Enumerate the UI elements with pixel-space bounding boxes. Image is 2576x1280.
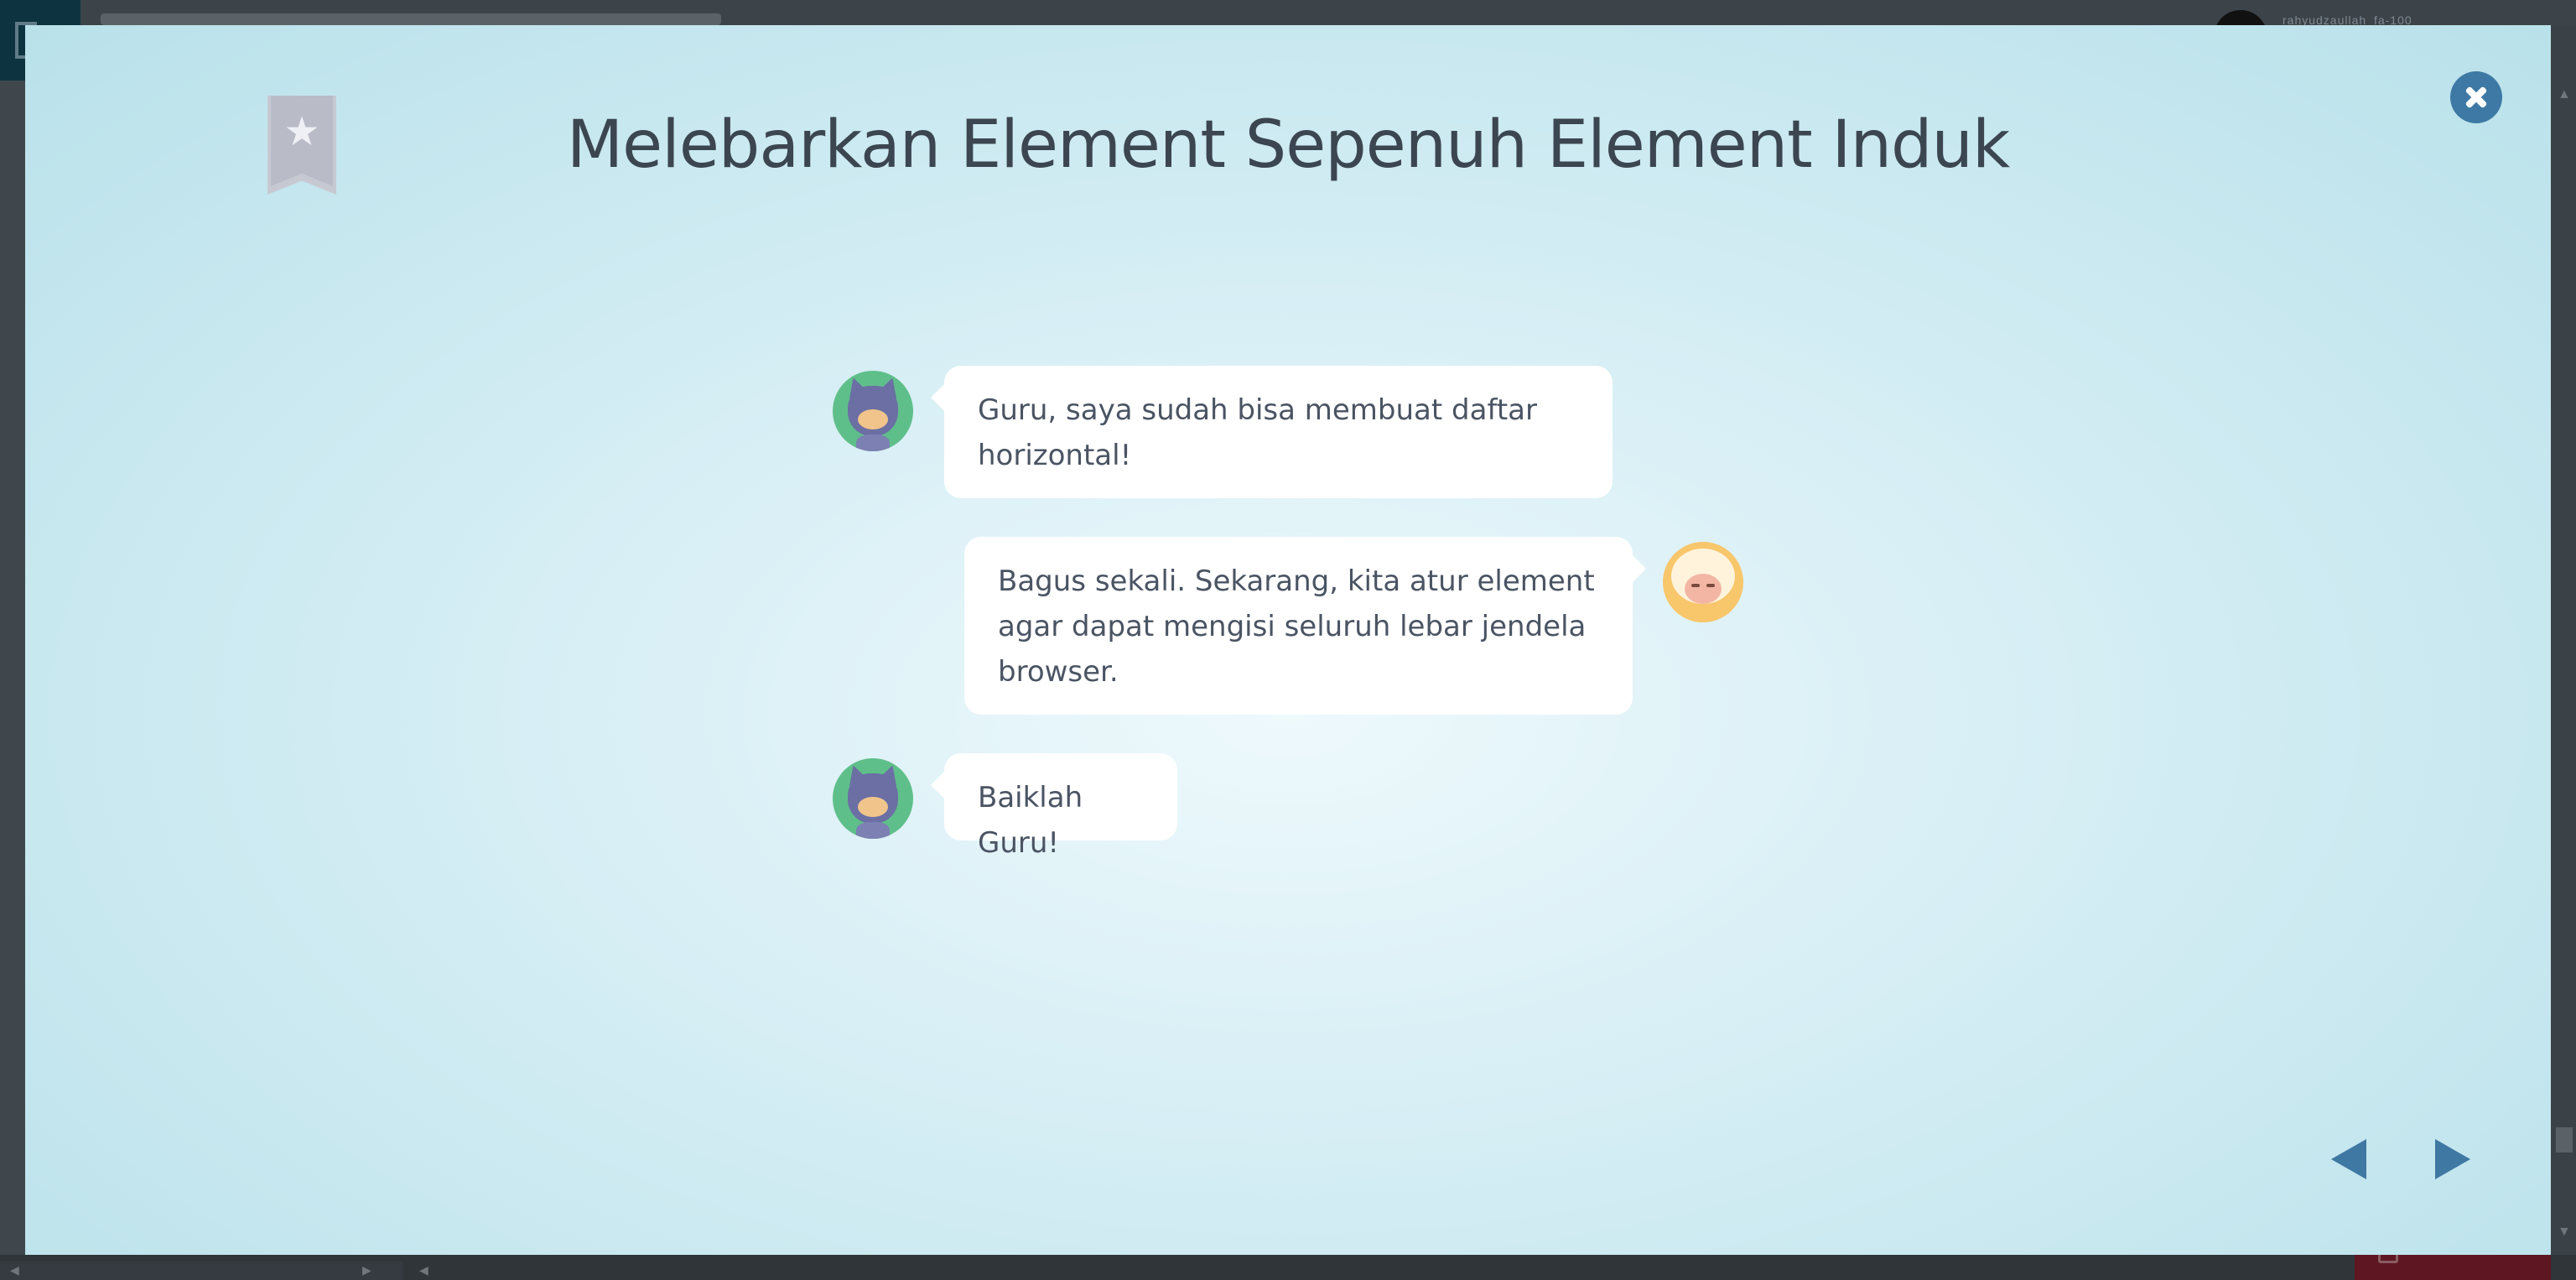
scroll-down-icon: ▼	[2558, 1225, 2571, 1239]
scroll-right-icon: ▶	[362, 1263, 371, 1277]
background-scroll-thumb	[2556, 1127, 2573, 1153]
chat-bubble-student: Baiklah Guru!	[931, 753, 1177, 860]
cat-face-icon	[858, 797, 888, 817]
cat-body-icon	[856, 434, 890, 451]
background-bottom-scrollbar	[0, 1262, 402, 1280]
next-slide-button[interactable]	[2428, 1136, 2475, 1183]
sheep-face-icon	[1685, 574, 1722, 604]
chat-bubble-student: Guru, saya sudah bisa membuat daftar hor…	[931, 366, 1613, 498]
close-button[interactable]	[2450, 71, 2502, 123]
teacher-avatar	[1663, 542, 1743, 622]
sheep-eye-icon	[1691, 584, 1700, 587]
background-left-strip	[0, 81, 25, 1255]
modal-title: Melebarkan Element Sepenuh Element Induk	[566, 107, 2010, 183]
chat-bubble-teacher: Bagus sekali. Sekarang, kita atur elemen…	[964, 537, 1646, 715]
scroll-left-icon: ◀	[10, 1263, 19, 1277]
previous-slide-button[interactable]	[2326, 1136, 2373, 1183]
lesson-intro-modal: ★ Melebarkan Element Sepenuh Element Ind…	[25, 25, 2551, 1255]
scroll-up-icon: ▲	[2558, 87, 2571, 101]
cat-face-icon	[858, 409, 888, 429]
background-search-bar	[101, 13, 721, 25]
cat-body-icon	[856, 822, 890, 839]
scroll-left-icon: ◀	[419, 1263, 428, 1277]
student-avatar	[833, 371, 913, 451]
sheep-eye-icon	[1706, 584, 1715, 587]
student-avatar	[833, 758, 913, 839]
